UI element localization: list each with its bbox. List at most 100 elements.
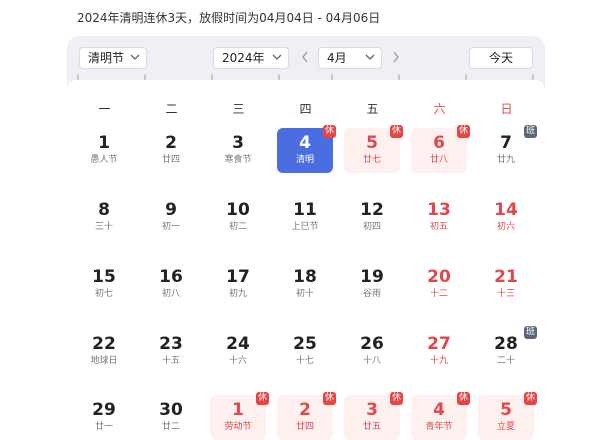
calendar-day[interactable]: 28 二十班 [478, 326, 537, 374]
calendar-day[interactable]: 25 十七 [277, 329, 333, 374]
day-number: 17 [226, 267, 250, 287]
day-subtitle: 初八 [161, 289, 180, 299]
calendar-day[interactable]: 22 地球日 [76, 329, 132, 374]
month-select[interactable]: 4月 [318, 47, 382, 69]
month-select-value: 4月 [327, 51, 347, 65]
prev-month-button[interactable] [300, 50, 310, 64]
day-subtitle: 初七 [94, 289, 113, 299]
calendar-day[interactable]: 27 十九 [411, 329, 467, 374]
rest-badge: 休 [457, 125, 470, 138]
chevron-left-icon [302, 51, 308, 63]
weekday-header: 六 [433, 102, 446, 116]
calendar-day[interactable]: 14 初六 [478, 195, 534, 240]
calendar-day[interactable]: 18 初十 [277, 262, 333, 307]
calendar-day[interactable]: 7 廿九班 [478, 125, 537, 173]
day-number: 21 [494, 267, 518, 287]
weekday-header: 二 [165, 102, 178, 116]
calendar-day[interactable]: 4 青年节休 [411, 392, 470, 440]
rest-badge: 休 [390, 392, 403, 405]
calendar-day[interactable]: 2 廿四 [143, 128, 199, 173]
calendar-day[interactable]: 21 十三 [478, 262, 534, 307]
day-subtitle: 廿一 [94, 422, 113, 432]
calendar-day[interactable]: 17 初九 [210, 262, 266, 307]
day-number: 30 [159, 400, 183, 420]
next-month-button[interactable] [391, 50, 401, 64]
day-subtitle: 劳动节 [224, 422, 252, 432]
rest-badge: 休 [323, 125, 336, 138]
year-select[interactable]: 2024年 [213, 47, 289, 69]
calendar-day[interactable]: 19 谷雨 [344, 262, 400, 307]
calendar-day[interactable]: 1 劳动节休 [210, 392, 269, 440]
calendar-day[interactable]: 10 初二 [210, 195, 266, 240]
calendar-day[interactable]: 26 十八 [344, 329, 400, 374]
rest-badge: 休 [323, 392, 336, 405]
day-subtitle: 初二 [228, 222, 247, 232]
day-number: 12 [360, 200, 384, 220]
day-subtitle: 寒食节 [224, 155, 252, 165]
calendar-day[interactable]: 16 初八 [143, 262, 199, 307]
day-subtitle: 愚人节 [90, 155, 118, 165]
calendar-day[interactable]: 5 廿七休 [344, 125, 403, 173]
day-subtitle: 三十 [94, 222, 113, 232]
day-number: 18 [293, 267, 317, 287]
calendar-day[interactable]: 5 立夏休 [478, 392, 537, 440]
workday-badge: 班 [524, 125, 537, 138]
day-subtitle: 廿八 [429, 155, 448, 165]
chevron-right-icon [393, 51, 399, 63]
holiday-select-value: 清明节 [88, 51, 125, 65]
calendar-day[interactable]: 12 初四 [344, 195, 400, 240]
day-number: 13 [427, 200, 451, 220]
day-number: 29 [92, 400, 116, 420]
calendar-day[interactable]: 3 寒食节 [210, 128, 266, 173]
day-subtitle: 谷雨 [362, 289, 381, 299]
calendar-day[interactable]: 11 上巳节 [277, 195, 333, 240]
day-number: 25 [293, 334, 317, 354]
day-subtitle: 十五 [161, 356, 180, 366]
day-number: 26 [360, 334, 384, 354]
day-subtitle: 初四 [362, 222, 381, 232]
day-subtitle: 立夏 [496, 422, 515, 432]
day-subtitle: 廿二 [161, 422, 180, 432]
calendar-day[interactable]: 6 廿八休 [411, 125, 470, 173]
day-subtitle: 初一 [161, 222, 180, 232]
day-subtitle: 廿四 [295, 422, 314, 432]
calendar-day[interactable]: 2 廿四休 [277, 392, 336, 440]
day-subtitle: 地球日 [90, 356, 118, 366]
calendar-day[interactable]: 29 廿一 [76, 395, 132, 440]
day-number: 14 [494, 200, 518, 220]
calendar-day[interactable]: 9 初一 [143, 195, 199, 240]
calendar-day[interactable]: 13 初五 [411, 195, 467, 240]
today-button[interactable]: 今天 [469, 47, 533, 69]
rest-badge: 休 [256, 392, 269, 405]
day-number: 9 [165, 200, 177, 220]
rest-badge: 休 [524, 392, 537, 405]
day-subtitle: 廿七 [362, 155, 381, 165]
calendar-day[interactable]: 3 廿五休 [344, 392, 403, 440]
day-number: 20 [427, 267, 451, 287]
calendar-day[interactable]: 4 清明休 [277, 125, 336, 173]
calendar-grid: 一 二 三 四 五 六 日 1 愚人节 2 廿四 3 寒食节 4 清明休 5 廿七休 6 廿八休 7 廿九… [67, 80, 545, 440]
weekday-header: 一 [98, 102, 111, 116]
year-select-value: 2024年 [222, 51, 265, 65]
holiday-select[interactable]: 清明节 [79, 47, 147, 69]
calendar-day[interactable]: 15 初七 [76, 262, 132, 307]
chevron-down-icon [272, 54, 282, 60]
day-number: 27 [427, 334, 451, 354]
rest-badge: 休 [390, 125, 403, 138]
calendar-day[interactable]: 8 三十 [76, 195, 132, 240]
day-number: 16 [159, 267, 183, 287]
calendar-day[interactable]: 30 廿二 [143, 395, 199, 440]
day-number: 24 [226, 334, 250, 354]
day-number: 8 [98, 200, 110, 220]
day-subtitle: 初九 [228, 289, 247, 299]
day-subtitle: 二十 [496, 356, 515, 366]
day-number: 11 [293, 200, 317, 220]
calendar-day[interactable]: 20 十二 [411, 262, 467, 307]
calendar-day[interactable]: 23 十五 [143, 329, 199, 374]
calendar-day[interactable]: 1 愚人节 [76, 128, 132, 173]
day-subtitle: 十七 [295, 356, 314, 366]
day-subtitle: 初六 [496, 222, 515, 232]
rest-badge: 休 [457, 392, 470, 405]
calendar-day[interactable]: 24 十六 [210, 329, 266, 374]
weekday-header: 日 [500, 102, 513, 116]
